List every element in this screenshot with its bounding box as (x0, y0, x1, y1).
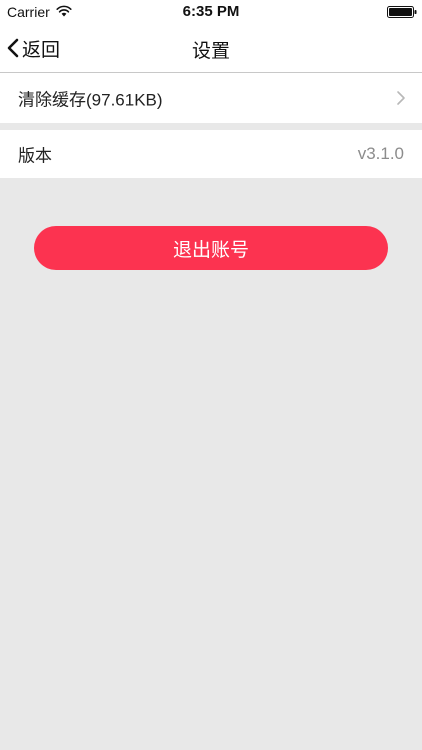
clock: 6:35 PM (182, 3, 240, 20)
chevron-right-icon (397, 91, 405, 105)
page-title: 设置 (191, 41, 230, 62)
version-row: 版本 v3.1.0 (0, 130, 422, 178)
logout-button[interactable]: 退出账号 (34, 226, 388, 270)
status-bar: Carrier 6:35 PM (0, 0, 422, 24)
clear-cache-label: 清除缓存(97.61KB) (18, 90, 163, 110)
version-value: v3.1.0 (357, 144, 404, 163)
battery-icon (387, 6, 417, 18)
clear-cache-row[interactable]: 清除缓存(97.61KB) (0, 73, 422, 123)
nav-bar: 返回 设置 (0, 24, 422, 73)
version-label: 版本 (18, 146, 52, 166)
